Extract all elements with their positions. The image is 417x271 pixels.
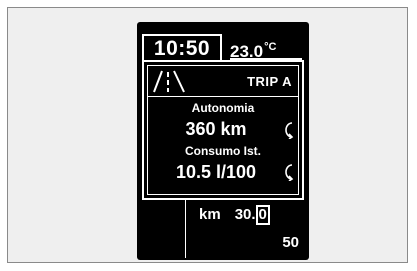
trip-computer-inner: TRIP A Autonomia 360 km Consumo Ist. 10.… bbox=[147, 65, 299, 195]
road-icon bbox=[153, 70, 185, 93]
clock: 10:50 bbox=[142, 34, 222, 60]
lower-divider bbox=[185, 200, 186, 258]
trip-label: TRIP A bbox=[247, 74, 292, 89]
trip-computer-panel: TRIP A Autonomia 360 km Consumo Ist. 10.… bbox=[142, 60, 304, 200]
lower-value: 50 bbox=[282, 234, 299, 251]
odometer-last-digit: 0 bbox=[255, 205, 270, 225]
instrument-display: 10:50 23.0°C TRIP A Autonomia 360 km Con… bbox=[137, 22, 309, 260]
panel-divider bbox=[148, 96, 298, 97]
consumption-label: Consumo Ist. bbox=[184, 144, 261, 158]
consumption-value: 10.5 l/100 bbox=[175, 162, 257, 182]
odometer-value: 30. bbox=[234, 206, 256, 223]
status-bar: 10:50 23.0°C bbox=[137, 34, 309, 61]
range-label: Autonomia bbox=[191, 101, 255, 115]
cycle-icon bbox=[285, 164, 294, 181]
cycle-icon bbox=[285, 122, 294, 139]
temperature-unit: °C bbox=[264, 41, 277, 53]
outside-temperature: 23.0°C bbox=[230, 35, 306, 61]
odometer-unit: km bbox=[199, 206, 221, 223]
odometer: km 30. 0 bbox=[199, 204, 305, 226]
range-value: 360 km bbox=[185, 119, 247, 139]
